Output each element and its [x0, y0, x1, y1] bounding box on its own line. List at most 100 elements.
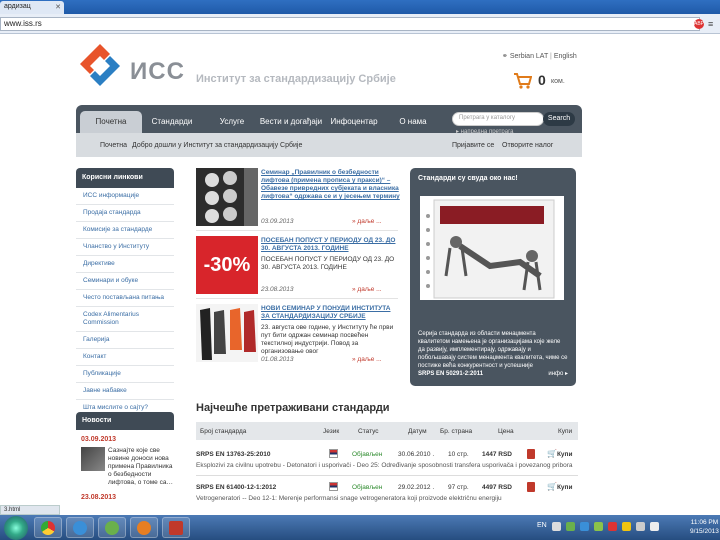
pdf-reader-icon — [169, 521, 183, 535]
search-input[interactable]: Претрага у каталогу — [452, 112, 544, 126]
sidebar-item[interactable]: Галерија — [76, 332, 174, 349]
news-body: ПОСЕБАН ПОПУСТ У ПЕРИОДУ ОД 23. ДО 30. А… — [261, 256, 395, 271]
divider — [196, 475, 578, 476]
tray-icon[interactable] — [566, 522, 575, 531]
tray-icon[interactable] — [580, 522, 589, 531]
search-button[interactable]: Search — [543, 112, 575, 126]
news-more-label: даље ... — [357, 286, 382, 293]
news-date: 03.09.2013 — [261, 218, 294, 225]
address-bar[interactable]: www.iss.rs — [0, 17, 700, 31]
pages-text: 97 стр. — [448, 484, 469, 491]
buy-label: Купи — [556, 484, 573, 491]
news-thumbnail[interactable] — [81, 447, 105, 471]
nav-services[interactable]: Услуге — [204, 111, 260, 133]
browser-tab[interactable]: ардизац ✕ — [0, 1, 64, 14]
tray-language[interactable]: EN — [537, 522, 547, 529]
sidebar-item[interactable]: Често постављана питања — [76, 290, 174, 307]
taskbar-pdf[interactable] — [162, 517, 190, 538]
close-icon[interactable]: ✕ — [55, 3, 61, 11]
login-link[interactable]: Пријавите се — [452, 142, 494, 149]
taskbar-chrome[interactable] — [34, 517, 62, 538]
tray-icon[interactable] — [552, 522, 561, 531]
sidebar-item[interactable]: Директиве — [76, 256, 174, 273]
textile-garments-image[interactable] — [196, 304, 258, 362]
sidebar-item[interactable]: Јавне набавке — [76, 383, 174, 400]
iss-logo-icon[interactable] — [76, 42, 124, 88]
elevator-buttons-image[interactable] — [196, 168, 258, 226]
sidebar-item[interactable]: Комисије за стандарде — [76, 222, 174, 239]
tray-icon[interactable] — [608, 522, 617, 531]
start-button-icon[interactable] — [4, 516, 28, 540]
standard-number-link[interactable]: SRPS EN 61400-12-1:2012 — [196, 484, 276, 491]
nav-home[interactable]: Почетна — [80, 111, 142, 133]
serbian-flag-icon — [329, 449, 338, 458]
chrome-icon — [41, 521, 55, 535]
taskbar-ie[interactable] — [66, 517, 94, 538]
ie-icon — [73, 521, 87, 535]
lang-english-link[interactable]: English — [554, 53, 577, 60]
buy-button[interactable]: 🛒Купи — [547, 449, 572, 458]
sidebar-links: ИСС информације Продаја стандарда Комиси… — [76, 188, 174, 417]
volume-icon[interactable] — [650, 522, 659, 531]
globe-icon: ⚭ — [502, 53, 508, 60]
open-account-link[interactable]: Отворите налог — [502, 142, 553, 149]
status-text: Објављен — [352, 451, 383, 458]
buy-button[interactable]: 🛒Купи — [547, 482, 572, 491]
featured-text: Серија стандарда из области менаџмента к… — [418, 330, 568, 378]
standard-number-link[interactable]: SRPS EN 13763-25:2010 — [196, 451, 270, 458]
nav-about[interactable]: О нама — [386, 111, 440, 133]
network-icon[interactable] — [636, 522, 645, 531]
news-more-link[interactable]: » даље ... — [352, 286, 382, 293]
language-switcher: ⚭ Serbian LAT | English — [502, 52, 577, 60]
price-text: 1447 RSD — [482, 451, 512, 458]
breadcrumb-home[interactable]: Почетна — [100, 142, 127, 149]
th-number: Број стандарда — [200, 428, 247, 435]
sidebar-item[interactable]: ИСС информације — [76, 188, 174, 205]
news-more-link[interactable]: » даље ... — [352, 218, 382, 225]
adblock-icon[interactable]: ABP — [694, 19, 704, 29]
news-title-link[interactable]: Семинар „Правилник о безбедности лифтова… — [261, 169, 401, 201]
nav-infocenter[interactable]: Инфоцентар — [326, 111, 382, 133]
featured-info-link[interactable]: инфо ▸ — [548, 370, 568, 378]
taskbar-media[interactable] — [130, 517, 158, 538]
cart-count: 0 — [538, 72, 546, 88]
pdf-icon[interactable] — [527, 449, 535, 459]
subnav-bar: Почетна Добро дошли у Институт за станда… — [76, 133, 582, 157]
nav-news-events[interactable]: Вести и догађаји — [258, 111, 324, 133]
lang-separator: | — [550, 53, 552, 60]
cart-small-icon: 🛒 — [547, 482, 557, 491]
tray-icon[interactable] — [622, 522, 631, 531]
news-more-link[interactable]: » даље ... — [352, 356, 382, 363]
news-more-label: даље ... — [357, 218, 382, 225]
news-title-link[interactable]: НОВИ СЕМИНАР У ПОНУДИ ИНСТИТУТА ЗА СТАНД… — [261, 305, 401, 321]
discount-badge-image[interactable]: -30% — [196, 236, 258, 294]
sidebar-item[interactable]: Семинари и обуке — [76, 273, 174, 290]
news-snippet[interactable]: Сазнајте које све новине доноси нова при… — [108, 447, 174, 487]
buy-label: Купи — [556, 451, 573, 458]
pages-text: 10 стр. — [448, 451, 469, 458]
sidebar-item[interactable]: Публикације — [76, 366, 174, 383]
sidebar-item[interactable]: Продаја стандарда — [76, 205, 174, 222]
lang-serbian-link[interactable]: Serbian LAT — [510, 53, 548, 60]
tray-icon[interactable] — [594, 522, 603, 531]
nav-standards[interactable]: Стандарди — [144, 111, 200, 133]
date-text: 30.06.2010 . — [398, 451, 435, 458]
system-clock[interactable]: 11:06 PM 9/15/2013 — [690, 518, 719, 536]
price-text: 4497 RSD — [482, 484, 512, 491]
news-title-link[interactable]: ПОСЕБАН ПОПУСТ У ПЕРИОДУ ОД 23. ДО 30. А… — [261, 237, 401, 253]
menu-icon[interactable]: ≡ — [708, 18, 718, 30]
cart-icon[interactable] — [512, 70, 532, 90]
divider — [196, 298, 398, 299]
th-pages: Бр. страна — [440, 428, 473, 435]
sidebar-item[interactable]: Codex Alimentarius Commission — [76, 307, 174, 332]
sidebar-item[interactable]: Контакт — [76, 349, 174, 366]
news-date: 23.08.2013 — [261, 286, 294, 293]
clock-date: 9/15/2013 — [690, 528, 719, 535]
pdf-icon[interactable] — [527, 482, 535, 492]
taskbar-utorrent[interactable] — [98, 517, 126, 538]
sidebar-item[interactable]: Чланство у Институту — [76, 239, 174, 256]
featured-booklet-image[interactable] — [420, 196, 564, 300]
featured-standard-code[interactable]: SRPS EN 50291-2:2011 — [418, 371, 483, 377]
news-body: 23. августа ове године, у Институту ће п… — [261, 324, 394, 355]
utorrent-icon — [105, 521, 119, 535]
